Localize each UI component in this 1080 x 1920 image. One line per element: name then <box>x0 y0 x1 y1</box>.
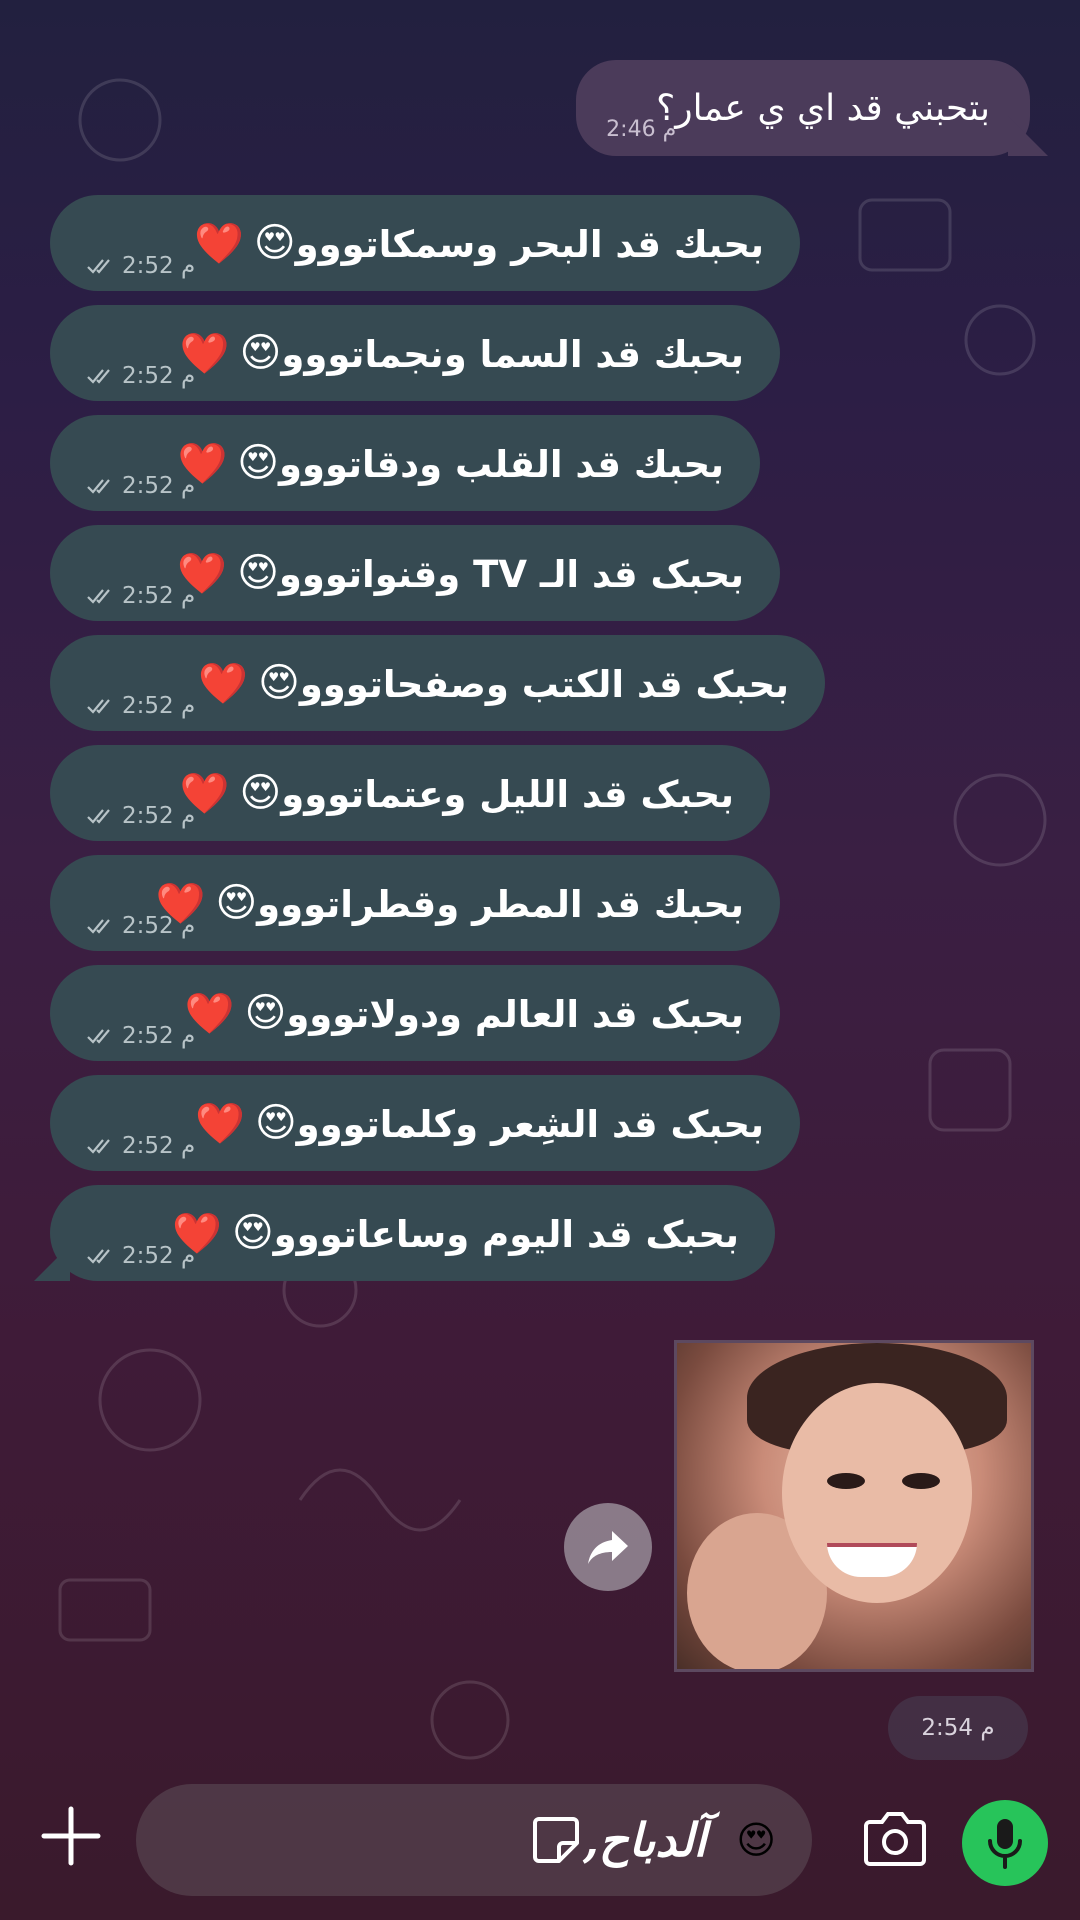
message-text: بحبک قد اليوم وساعاتووو ❤️ 😍 <box>172 1209 739 1257</box>
double-check-icon <box>87 1139 110 1154</box>
message-meta: 2:52 م <box>86 1023 195 1049</box>
heart-eyes-emoji: 😍 <box>237 439 279 486</box>
double-check-icon <box>87 259 110 274</box>
double-check-icon <box>87 699 110 714</box>
message-meta: 2:52 م <box>86 1133 195 1159</box>
photo-message[interactable] <box>674 1340 1034 1672</box>
double-check-icon <box>87 589 110 604</box>
message-input[interactable]: آلدباح, 😍 <box>136 1784 812 1896</box>
heart-emoji: ❤️ <box>195 1100 245 1147</box>
outgoing-message[interactable]: بحبک قد العالم ودولاتووو ❤️ 😍 2:52 م <box>50 965 780 1061</box>
outgoing-message[interactable]: بحبک قد الشِعر وکلماتووو ❤️ 😍 2:52 م <box>50 1075 800 1171</box>
heart-emoji: ❤️ <box>194 220 244 267</box>
camera-icon[interactable] <box>862 1808 928 1868</box>
mic-button[interactable] <box>962 1800 1048 1886</box>
message-time: 2:52 م <box>122 363 196 389</box>
message-meta: 2:52 م <box>86 253 195 279</box>
message-text: بحبك قد البحر وسمكاتووو ❤️ 😍 <box>194 219 764 267</box>
outgoing-message[interactable]: بحبك قد المطر وقطراتووو ❤️ 😍 2:52 م <box>50 855 780 951</box>
outgoing-message[interactable]: بحبك قد السما ونجماتووو ❤️ 😍 2:52 م <box>50 305 780 401</box>
message-emojis: ❤️ 😍 <box>185 990 287 1037</box>
forward-icon <box>588 1531 628 1564</box>
input-text: آلدباح, <box>582 1813 707 1867</box>
heart-eyes-emoji: 😍 <box>244 989 287 1036</box>
outgoing-message[interactable]: بحبك قد القلب ودقاتووو ❤️ 😍 2:52 م <box>50 415 760 511</box>
message-text: بحبک قد الـ TV وقنواتووو ❤️ 😍 <box>177 549 744 597</box>
message-time: 2:52 م <box>122 803 196 829</box>
message-text: بحبك قد المطر وقطراتووو ❤️ 😍 <box>155 879 744 927</box>
bubble-tail <box>1008 116 1048 156</box>
message-text: بحبک قد الليل وعتماتووو ❤️ 😍 <box>179 769 734 817</box>
outgoing-message[interactable]: بحبک قد الکتب وصفحاتووو ❤️ 😍 2:52 م <box>50 635 825 731</box>
message-meta: 2:52 م <box>86 693 195 719</box>
message-time: 2:46 م <box>606 117 677 142</box>
message-meta: 2:52 م <box>86 363 195 389</box>
message-text: بحبك قد السما ونجماتووو ❤️ 😍 <box>179 329 744 377</box>
heart-eyes-emoji: 😍 <box>258 659 300 706</box>
heart-eyes-emoji: 😍 <box>237 549 279 596</box>
heart-eyes-emoji: 😍 <box>239 329 282 376</box>
message-emojis: ❤️ 😍 <box>195 1100 297 1147</box>
message-time: 2:52 م <box>122 1243 196 1269</box>
message-meta: 2:52 م <box>86 803 195 829</box>
heart-eyes-emoji: 😍 <box>239 769 282 816</box>
message-text: بتحبني قد اي ي عمار؟ <box>656 87 990 129</box>
outgoing-message[interactable]: بحبك قد البحر وسمكاتووو ❤️ 😍 2:52 م <box>50 195 800 291</box>
heart-emoji: ❤️ <box>198 660 249 707</box>
message-text: بحبک قد الکتب وصفحاتووو ❤️ 😍 <box>198 659 789 707</box>
message-meta: 2:52 م <box>86 473 195 499</box>
message-meta: 2:52 م <box>86 1243 195 1269</box>
heart-eyes-emoji: 😍 <box>215 879 258 926</box>
outgoing-message[interactable]: بحبک قد اليوم وساعاتووو ❤️ 😍 2:52 م <box>34 1185 775 1281</box>
double-check-icon <box>87 1029 110 1044</box>
message-meta: 2:52 م <box>86 583 195 609</box>
sticker-icon[interactable] <box>529 1813 583 1867</box>
double-check-icon <box>87 919 110 934</box>
bubble-tail <box>34 1245 70 1281</box>
message-time: 2:52 م <box>122 583 196 609</box>
double-check-icon <box>87 1249 110 1264</box>
plus-icon[interactable] <box>40 1805 102 1867</box>
message-time: 2:52 م <box>122 693 196 719</box>
outgoing-message[interactable]: بحبک قد الـ TV وقنواتووو ❤️ 😍 2:52 م <box>50 525 780 621</box>
double-check-icon <box>87 479 110 494</box>
message-time: 2:52 م <box>122 1023 196 1049</box>
outgoing-message[interactable]: بحبک قد الليل وعتماتووو ❤️ 😍 2:52 م <box>50 745 770 841</box>
chat-area[interactable]: بتحبني قد اي ي عمار؟ 2:46 م بحبك قد البح… <box>0 0 1080 1760</box>
message-time: 2:52 م <box>122 913 196 939</box>
message-text: بحبك قد القلب ودقاتووو ❤️ 😍 <box>177 439 724 487</box>
heart-eyes-emoji: 😍 <box>253 219 296 266</box>
message-time: 2:52 م <box>122 1133 196 1159</box>
forward-button[interactable] <box>564 1503 652 1591</box>
photo-time: 2:54 م <box>888 1696 1028 1760</box>
incoming-message[interactable]: بتحبني قد اي ي عمار؟ 2:46 م <box>576 60 1048 156</box>
message-emojis: ❤️ 😍 <box>194 220 296 267</box>
heart-eyes-emoji: 😍 <box>231 1209 274 1256</box>
double-check-icon <box>87 369 110 384</box>
message-emojis: ❤️ 😍 <box>198 660 300 707</box>
message-text: بحبک قد العالم ودولاتووو ❤️ 😍 <box>184 989 744 1037</box>
heart-eyes-emoji: 😍 <box>254 1099 297 1146</box>
composer-bar: آلدباح, 😍 <box>0 1760 1080 1920</box>
message-meta: 2:52 م <box>86 913 195 939</box>
message-time: 2:52 م <box>122 473 196 499</box>
input-emoji: 😍 <box>736 1818 776 1862</box>
double-check-icon <box>87 809 110 824</box>
message-time: 2:52 م <box>122 253 196 279</box>
microphone-icon <box>988 1819 1022 1869</box>
message-text: بحبک قد الشِعر وکلماتووو ❤️ 😍 <box>195 1099 764 1147</box>
